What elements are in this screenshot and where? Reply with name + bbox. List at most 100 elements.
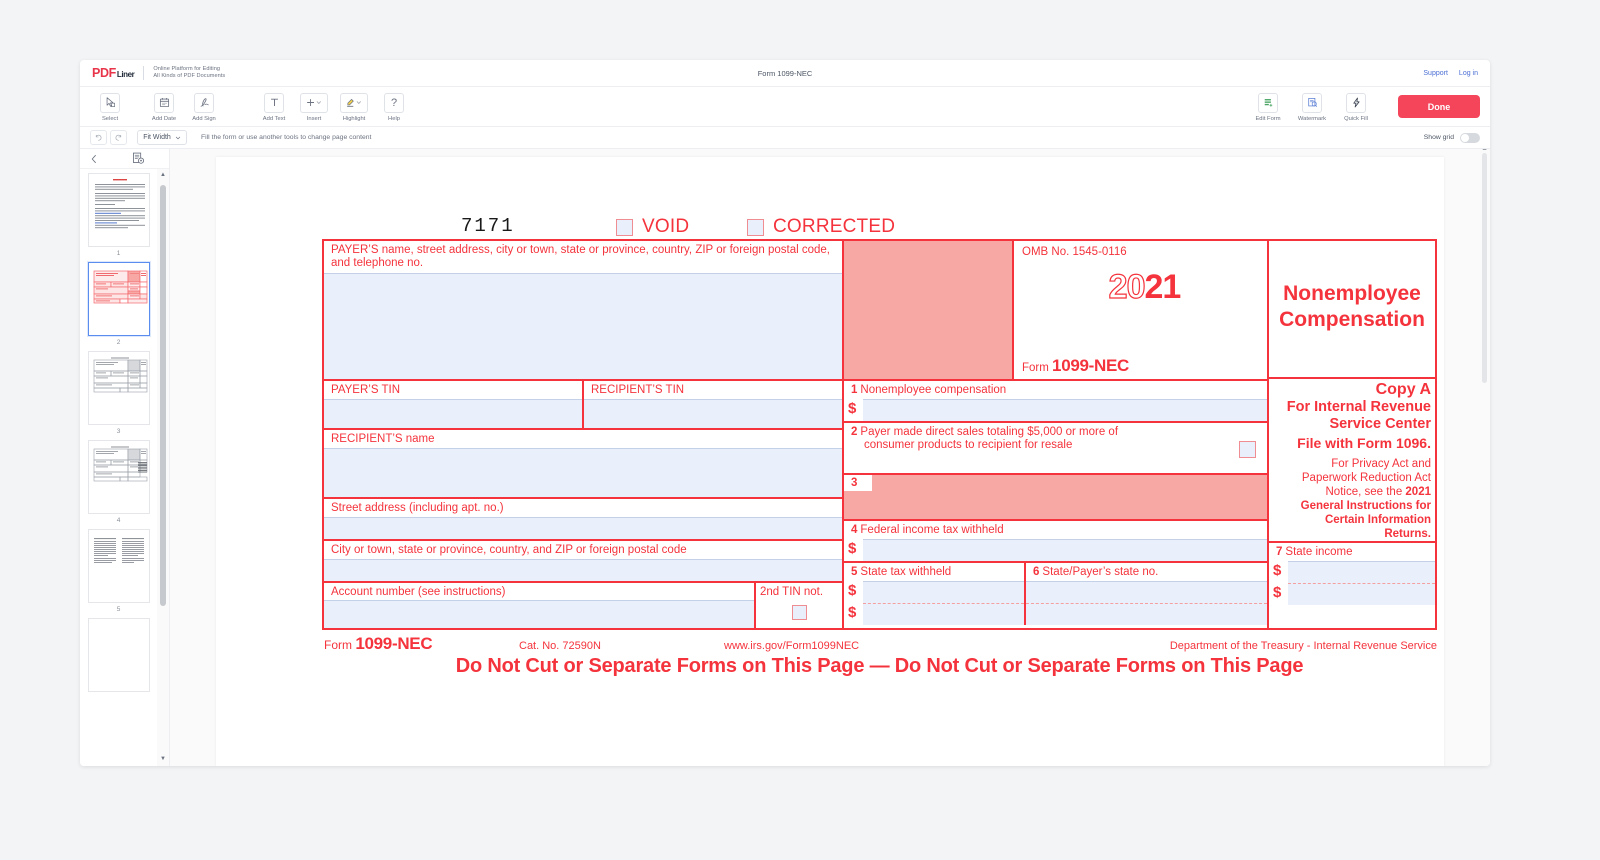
box2-cell: 2 Payer made direct sales totaling $5,000… [844, 423, 1267, 475]
box7-input-2[interactable] [1288, 583, 1435, 606]
page-thumbnail-3[interactable] [87, 351, 150, 425]
box6-input-2[interactable] [1026, 602, 1267, 625]
tool-help[interactable]: ? Help [374, 92, 414, 122]
void-corrected-row: 7171 VOID CORRECTED [322, 209, 1437, 239]
second-tin-checkbox[interactable] [791, 605, 807, 621]
show-grid-toggle[interactable] [1460, 132, 1480, 143]
street-address-label: Street address (including apt. no.) [331, 501, 504, 514]
dollar-sign: $ [848, 399, 857, 417]
redo-arrow-icon[interactable] [110, 130, 127, 145]
recipient-name-cell: RECIPIENT’S name [324, 430, 842, 499]
void-group: VOID [616, 216, 689, 238]
box7-input-1[interactable] [1288, 561, 1435, 584]
tool-label: Add Text [262, 115, 286, 122]
void-checkbox[interactable] [616, 218, 633, 236]
account-number-block: Account number (see instructions) [324, 582, 756, 629]
login-link[interactable]: Log in [1459, 70, 1478, 77]
text-t-icon [264, 92, 284, 113]
box4-input[interactable] [863, 538, 1267, 561]
brand-tagline: Online Platform for Editing All Kinds of… [153, 66, 225, 81]
corrected-checkbox[interactable] [747, 218, 764, 236]
box1-input[interactable] [863, 398, 1267, 421]
box6-label: 6 State/Payer’s state no. [1026, 563, 1267, 581]
brand-logo-group[interactable]: P D F Liner Online Platform for Editing All… [92, 66, 225, 81]
support-link[interactable]: Support [1423, 70, 1448, 77]
privacy-notice: For Privacy Act and Paperwork Reduction … [1275, 457, 1431, 541]
box6-block: 6 State/Payer’s state no. [1026, 563, 1267, 625]
done-button[interactable]: Done [1398, 95, 1480, 118]
chevron-left-icon[interactable] [80, 154, 108, 164]
form-title-line1: Nonemployee [1283, 282, 1421, 305]
thumbnail-item[interactable]: 4 [87, 440, 150, 529]
recipient-name-input[interactable] [324, 447, 842, 497]
box5-input-2[interactable] [863, 602, 1024, 625]
page-manager-icon[interactable] [108, 152, 169, 165]
box2-label: 2 Payer made direct sales totaling $5,000… [844, 423, 1267, 454]
scroll-up-icon[interactable]: ▲ [160, 172, 166, 178]
viewer-scroll-thumb[interactable] [1482, 153, 1487, 383]
copy-for-line1: For Internal Revenue [1286, 399, 1431, 416]
dollar-sign: $ [848, 581, 857, 599]
thumbnails-area: 1 2 3 4 5 ▲ ▼ [80, 169, 169, 766]
scroll-down-icon[interactable]: ▼ [160, 756, 166, 762]
city-cell: City or town, state or province, country… [324, 541, 842, 583]
tool-select[interactable]: Select [90, 92, 130, 122]
payer-name-input[interactable] [324, 273, 842, 379]
form-prefix: Form [1022, 362, 1049, 374]
recipient-tin-input[interactable] [584, 398, 842, 428]
payer-tin-input[interactable] [324, 398, 582, 428]
street-address-input[interactable] [324, 516, 842, 539]
page-thumbnail-1[interactable] [87, 173, 150, 247]
box6-row-1 [1026, 580, 1267, 603]
viewer-scroll-up-icon[interactable]: ▲ [1481, 149, 1488, 152]
thumbnail-item[interactable]: 2 [87, 262, 150, 351]
page-thumbnail-5[interactable] [87, 529, 150, 603]
sidebar-scrollbar[interactable]: ▲ ▼ [157, 169, 169, 766]
tool-watermark[interactable]: Watermark [1292, 92, 1332, 122]
tool-add-sign[interactable]: Add Sign [184, 92, 224, 122]
brand-divider [143, 66, 145, 80]
box7-text: State income [1285, 546, 1353, 559]
thumbnail-item[interactable]: 3 [87, 351, 150, 440]
box4-money-row: $ [844, 538, 1267, 561]
privacy-line3: Notice, see the 2021 [1275, 485, 1432, 499]
pdf-page: 7171 VOID CORRECTED PAYER’S name, street… [216, 157, 1444, 766]
city-input[interactable] [324, 558, 842, 581]
tool-add-text[interactable]: Add Text [254, 92, 294, 122]
tool-insert[interactable]: Insert [294, 92, 334, 122]
tool-edit-form[interactable]: Edit Form [1248, 92, 1288, 122]
account-number-cell: Account number (see instructions) 2nd TI… [324, 582, 842, 629]
street-address-cell: Street address (including apt. no.) [324, 499, 842, 541]
undo-arrow-icon[interactable] [90, 130, 107, 145]
tin-cell: PAYER’S TIN RECIPIENT’S TIN [324, 381, 842, 430]
tool-quick-fill[interactable]: Quick Fill [1336, 92, 1376, 122]
tool-highlight[interactable]: Highlight [334, 92, 374, 122]
box5-number: 5 [851, 565, 858, 578]
account-number-label: Account number (see instructions) [331, 585, 506, 598]
box7-label: 7 State income [1269, 543, 1435, 561]
box3-number: 3 [844, 474, 872, 491]
zoom-level-select[interactable]: Fit Width [137, 130, 187, 145]
thumbnail-item[interactable] [87, 618, 150, 692]
page-thumbnail-4[interactable] [87, 440, 150, 514]
thumbnail-item[interactable]: 5 [87, 529, 150, 618]
payer-name-label: PAYER’S name, street address, city or to… [331, 244, 830, 269]
footer-irs-url[interactable]: www.irs.gov/Form1099NEC [724, 640, 999, 652]
account-number-input[interactable] [324, 600, 754, 629]
page-thumbnail-6[interactable] [87, 618, 150, 692]
thumbnail-number: 4 [116, 517, 121, 524]
page-thumbnail-2[interactable] [87, 262, 150, 336]
tool-add-date[interactable]: Add Date [144, 92, 184, 122]
box6-row-2 [1026, 602, 1267, 625]
box5-input-1[interactable] [863, 580, 1024, 603]
sidebar-scroll-thumb[interactable] [160, 185, 166, 606]
privacy-line2: Paperwork Reduction Act [1301, 472, 1431, 485]
box6-input-1[interactable] [1026, 580, 1267, 603]
pdfliner-app-window: P D F Liner Online Platform for Editing All… [80, 60, 1490, 766]
thumbnail-item[interactable]: 1 [87, 173, 150, 262]
box1-cell: 1 Nonemployee compensation $ [844, 381, 1267, 423]
footer-treasury: Department of the Treasury - Internal Re… [1169, 640, 1437, 653]
box1-text: Nonemployee compensation [860, 384, 1007, 396]
watermark-icon [1302, 92, 1322, 113]
box2-checkbox[interactable] [1239, 440, 1256, 458]
